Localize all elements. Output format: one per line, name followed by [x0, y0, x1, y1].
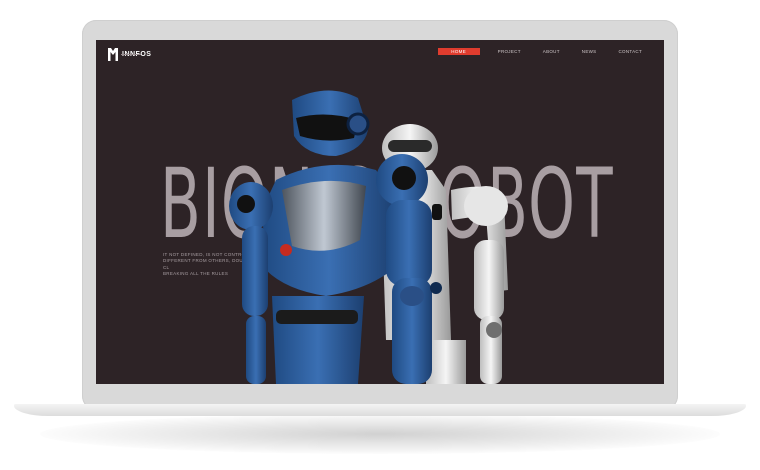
website-screen: INNFOS HOME PROJECT ABOUT NEWS CONTACT B…	[96, 40, 664, 384]
laptop-shadow	[40, 414, 720, 454]
robots-illustration	[229, 90, 508, 384]
laptop-base	[14, 404, 746, 416]
